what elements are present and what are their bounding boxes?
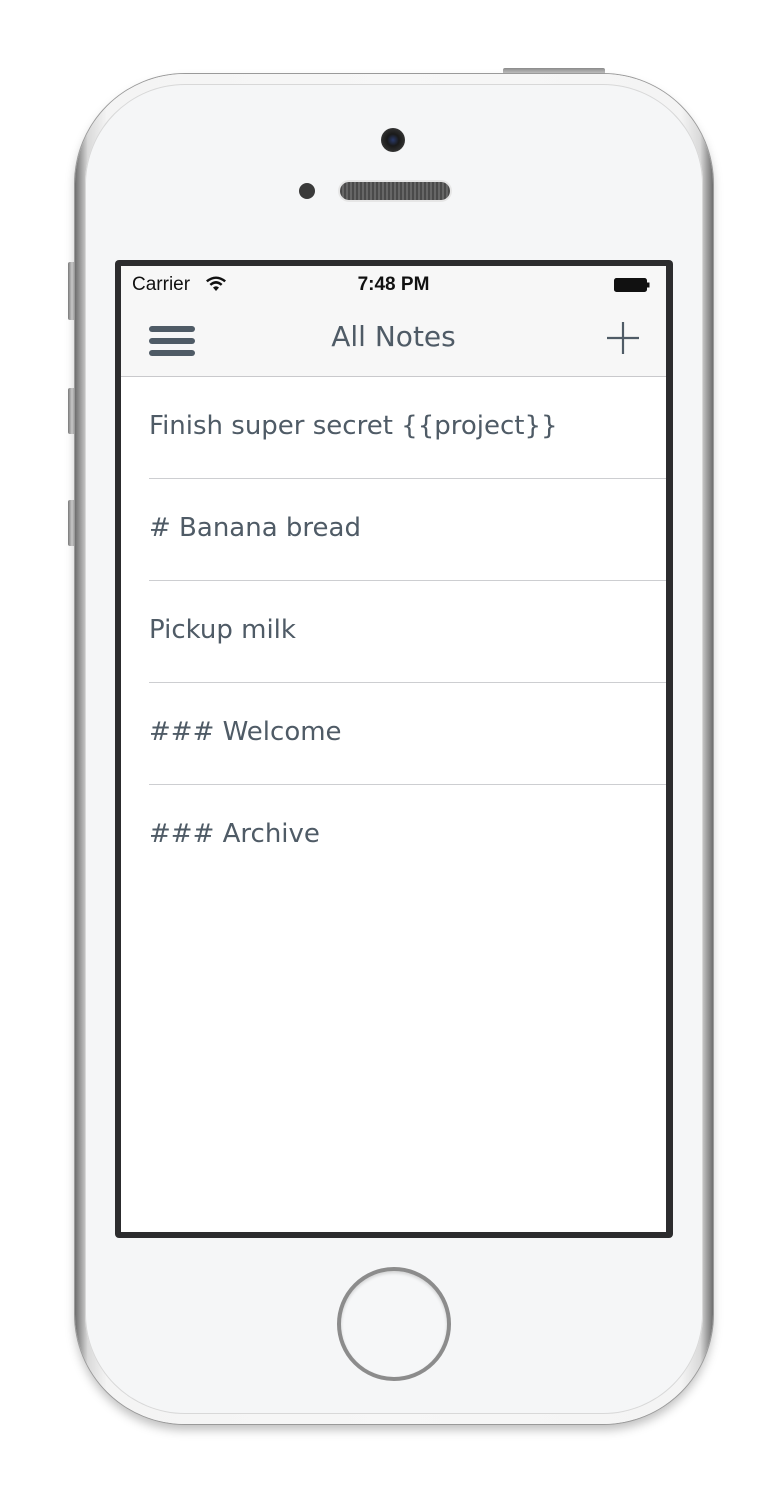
proximity-sensor [299, 183, 315, 199]
battery-icon [614, 278, 650, 292]
note-title: # Banana bread [149, 513, 361, 543]
plus-icon[interactable] [605, 320, 641, 356]
front-camera [381, 128, 405, 152]
navigation-bar: All Notes [121, 306, 666, 377]
note-title: ### Welcome [149, 717, 342, 747]
note-list-item[interactable]: # Banana bread [121, 479, 666, 581]
notes-list: Finish super secret {{project}} # Banana… [121, 377, 666, 887]
note-title: Finish super secret {{project}} [149, 411, 558, 441]
mockup-stage: Carrier 7:48 PM All Notes Finish super s… [0, 0, 781, 1500]
earpiece-speaker [340, 182, 450, 200]
app-screen: Carrier 7:48 PM All Notes Finish super s… [121, 266, 666, 1232]
note-list-item[interactable]: Finish super secret {{project}} [121, 377, 666, 479]
note-list-item[interactable]: ### Archive [121, 785, 666, 887]
note-title: ### Archive [149, 819, 320, 849]
note-list-item[interactable]: Pickup milk [121, 581, 666, 683]
status-bar: Carrier 7:48 PM [121, 266, 666, 306]
home-button[interactable] [337, 1267, 451, 1381]
note-list-item[interactable]: ### Welcome [121, 683, 666, 785]
note-title: Pickup milk [149, 615, 296, 645]
clock: 7:48 PM [357, 274, 430, 295]
page-title: All Notes [331, 320, 456, 353]
